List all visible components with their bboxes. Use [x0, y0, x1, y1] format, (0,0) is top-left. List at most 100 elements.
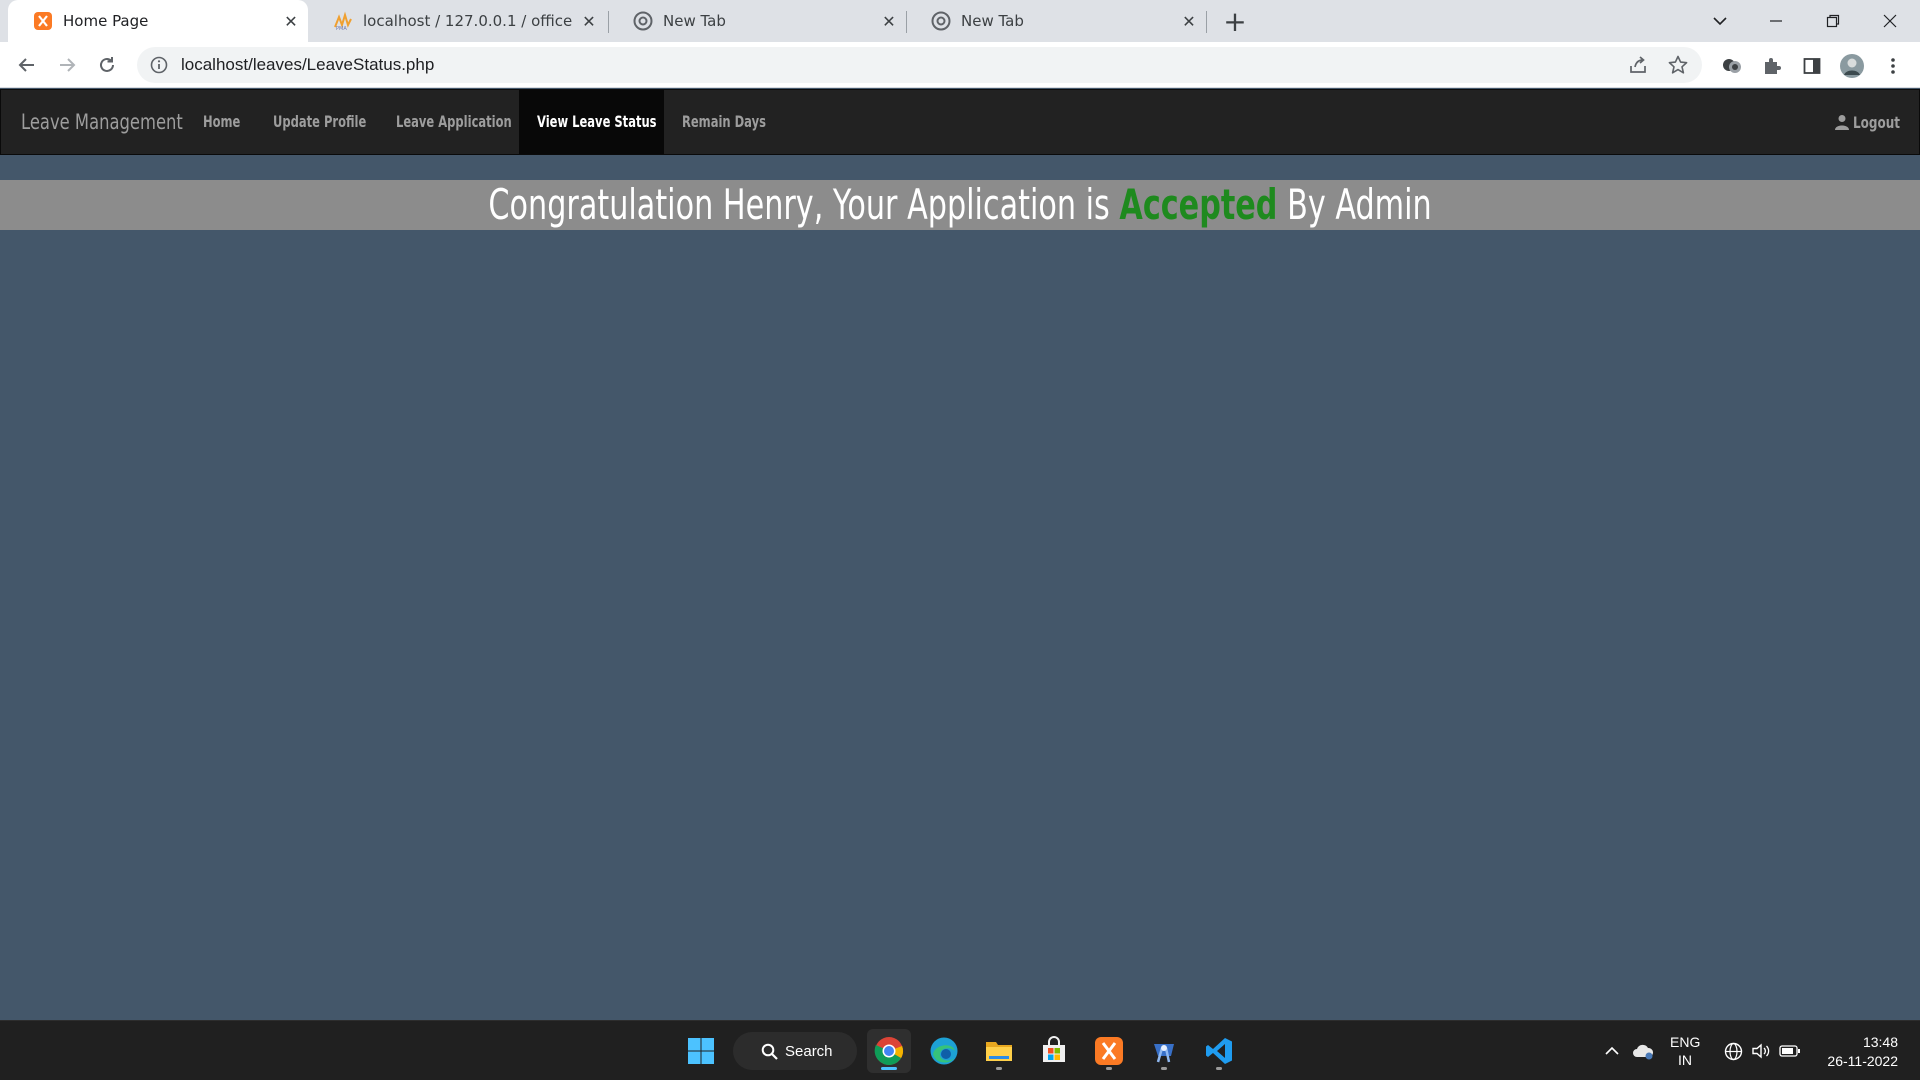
- taskbar-search[interactable]: Search: [733, 1032, 857, 1070]
- reload-icon: [100, 57, 114, 72]
- nav-item-leave-application[interactable]: Leave Application: [375, 90, 519, 154]
- taskbar-store[interactable]: [1032, 1029, 1076, 1073]
- chevron-down-icon: [1713, 17, 1727, 26]
- running-indicator: [1161, 1067, 1167, 1070]
- tab-phpmyadmin[interactable]: PMA localhost / 127.0.0.1 / office / em …: [308, 0, 606, 42]
- taskbar-chrome[interactable]: [867, 1029, 911, 1073]
- more-menu-icon[interactable]: [1880, 53, 1906, 79]
- taskbar-edge[interactable]: [922, 1029, 966, 1073]
- tab-title: localhost / 127.0.0.1 / office / em: [363, 12, 576, 30]
- status-message-prefix: Congratulation Henry, Your Application i…: [488, 180, 1120, 229]
- search-icon: [761, 1043, 778, 1060]
- browser-toolbar: localhost/leaves/LeaveStatus.php: [0, 42, 1920, 88]
- taskbar-vscode[interactable]: [1197, 1029, 1241, 1073]
- tab-new-tab[interactable]: New Tab ✕: [608, 0, 906, 42]
- close-tab-icon[interactable]: ✕: [876, 8, 902, 34]
- status-banner: Congratulation Henry, Your Application i…: [0, 180, 1920, 230]
- new-tab-button[interactable]: +: [1219, 6, 1251, 38]
- nav-item-remain-days[interactable]: Remain Days: [664, 90, 774, 154]
- arrow-right-icon: [60, 58, 76, 72]
- puzzle-icon[interactable]: [1759, 53, 1785, 79]
- lang-line-1: ENG: [1670, 1034, 1701, 1050]
- minimize-button[interactable]: [1748, 0, 1804, 42]
- nav-item-view-leave-status[interactable]: View Leave Status: [519, 90, 664, 154]
- search-label: Search: [785, 1042, 833, 1060]
- onedrive-tray[interactable]: [1628, 1021, 1658, 1080]
- avatar[interactable]: [1839, 53, 1865, 79]
- nav-link-leave-application[interactable]: Leave Application: [396, 90, 512, 154]
- running-indicator: [1216, 1067, 1222, 1070]
- star-icon[interactable]: [1667, 54, 1689, 76]
- back-button[interactable]: [10, 48, 44, 82]
- taskbar-clock[interactable]: 13:48 26-11-2022: [1827, 1033, 1898, 1071]
- windows-taskbar: Search ENG IN 13:48 26-11-2022: [0, 1020, 1920, 1080]
- phpmyadmin-icon: PMA: [334, 11, 352, 31]
- share-icon[interactable]: [1627, 54, 1649, 76]
- minimize-icon: [1770, 20, 1782, 22]
- logout-label: Logout: [1853, 112, 1901, 132]
- running-indicator: [996, 1067, 1002, 1070]
- browser-tab-strip: Home Page ✕ PMA localhost / 127.0.0.1 / …: [0, 0, 1920, 42]
- chrome-icon: [633, 11, 653, 31]
- restore-icon: [1826, 14, 1840, 28]
- brand-link[interactable]: Leave Management: [21, 90, 183, 154]
- nav-item-update-profile[interactable]: Update Profile: [253, 90, 375, 154]
- globe-icon: [1724, 1042, 1742, 1060]
- site-navbar: Leave Management Home Update Profile Lea…: [0, 89, 1920, 155]
- close-tab-icon[interactable]: ✕: [576, 8, 602, 34]
- nav-link-remain-days[interactable]: Remain Days: [682, 90, 766, 154]
- taskbar-xampp[interactable]: [1087, 1029, 1131, 1073]
- start-button[interactable]: [679, 1029, 723, 1073]
- close-icon: [1883, 14, 1897, 28]
- tab-title: New Tab: [663, 12, 726, 30]
- chrome-icon: [874, 1037, 904, 1065]
- address-bar[interactable]: localhost/leaves/LeaveStatus.php: [137, 47, 1702, 83]
- battery-icon: [1779, 1045, 1800, 1057]
- arrow-left-icon: [18, 58, 34, 72]
- cloud-icon: [1633, 1044, 1654, 1060]
- taskbar-file-explorer[interactable]: [977, 1029, 1021, 1073]
- nav-link-home[interactable]: Home: [203, 90, 240, 154]
- tab-search-button[interactable]: [1692, 0, 1748, 42]
- network-tray[interactable]: [1720, 1021, 1746, 1080]
- logout-link[interactable]: Logout: [1834, 90, 1901, 154]
- android-studio-icon: [1154, 1044, 1174, 1063]
- taskbar-android-studio[interactable]: [1142, 1029, 1186, 1073]
- tab-new-tab[interactable]: New Tab ✕: [906, 0, 1206, 42]
- volume-tray[interactable]: [1748, 1021, 1774, 1080]
- nav-link-update-profile[interactable]: Update Profile: [273, 90, 366, 154]
- chrome-icon: [931, 11, 951, 31]
- tab-title: Home Page: [63, 12, 149, 30]
- language-indicator[interactable]: ENG IN: [1670, 1033, 1700, 1069]
- nav-item-home[interactable]: Home: [186, 90, 253, 154]
- tray-overflow-button[interactable]: [1600, 1021, 1624, 1080]
- extension-icon[interactable]: [1719, 53, 1745, 79]
- tab-separator: [1206, 11, 1207, 33]
- nav-link-view-leave-status[interactable]: View Leave Status: [537, 90, 657, 154]
- edge-icon: [930, 1037, 958, 1065]
- lang-line-2: IN: [1678, 1052, 1692, 1068]
- side-panel-icon[interactable]: [1799, 53, 1825, 79]
- reload-button[interactable]: [90, 48, 124, 82]
- clock-date: 26-11-2022: [1827, 1053, 1898, 1069]
- status-message: Congratulation Henry, Your Application i…: [488, 180, 1431, 230]
- battery-tray[interactable]: [1776, 1021, 1804, 1080]
- site-info-icon[interactable]: [149, 55, 169, 75]
- speaker-icon: [1752, 1043, 1770, 1059]
- tab-home-page[interactable]: Home Page ✕: [8, 0, 308, 42]
- close-tab-icon[interactable]: ✕: [278, 8, 304, 34]
- start-icon: [688, 1038, 714, 1064]
- status-accepted-label: Accepted: [1119, 180, 1278, 229]
- vscode-icon: [1206, 1038, 1232, 1064]
- running-indicator: [1106, 1067, 1112, 1070]
- close-window-button[interactable]: [1862, 0, 1918, 42]
- url-text: localhost/leaves/LeaveStatus.php: [181, 55, 435, 74]
- status-message-suffix: By Admin: [1277, 180, 1432, 229]
- running-indicator: [881, 1067, 897, 1070]
- file-explorer-icon: [986, 1042, 1012, 1061]
- xampp-icon: [1095, 1037, 1123, 1065]
- restore-button[interactable]: [1805, 0, 1861, 42]
- user-icon: [1835, 115, 1849, 130]
- forward-button[interactable]: [50, 48, 84, 82]
- close-tab-icon[interactable]: ✕: [1176, 8, 1202, 34]
